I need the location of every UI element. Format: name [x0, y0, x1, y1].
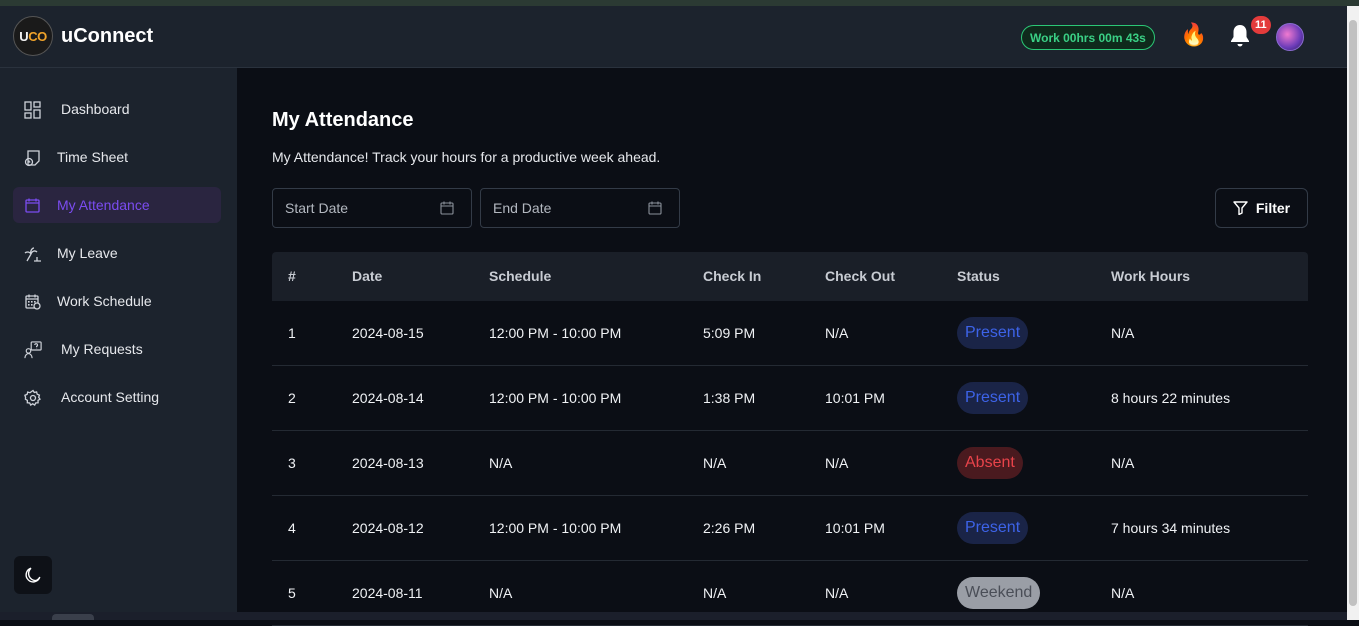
row-number: 5 [288, 585, 296, 601]
sidebar-item-label: Account Setting [61, 389, 160, 405]
row-schedule: N/A [489, 455, 513, 471]
row-date: 2024-08-12 [352, 520, 424, 536]
status-badge: Present [957, 382, 1029, 414]
table-row[interactable]: 4 2024-08-12 12:00 PM - 10:00 PM 2:26 PM… [272, 496, 1308, 561]
row-work-hours: 8 hours 22 minutes [1111, 390, 1231, 406]
row-check-out: N/A [825, 325, 849, 341]
row-work-hours: 7 hours 34 minutes [1111, 520, 1231, 536]
row-number: 4 [288, 520, 296, 536]
calendar-icon [25, 198, 40, 213]
row-schedule: N/A [489, 585, 513, 601]
sidebar-item-label: My Requests [61, 341, 143, 357]
notification-count-badge: 11 [1251, 16, 1271, 34]
column-header: Status [957, 268, 1000, 284]
row-check-in: 1:38 PM [703, 390, 756, 406]
bell-icon[interactable] [1228, 23, 1252, 49]
sidebar-item-my-requests[interactable]: My Requests [13, 331, 221, 367]
dashboard-icon [24, 101, 41, 119]
column-header: Check In [703, 268, 762, 284]
sidebar-item-my-leave[interactable]: My Leave [13, 235, 221, 271]
timesheet-icon [24, 150, 40, 167]
user-avatar[interactable] [1276, 23, 1304, 51]
row-work-hours: N/A [1111, 325, 1135, 341]
status-badge: Weekend [957, 577, 1041, 609]
page-title: My Attendance [272, 109, 414, 131]
sidebar-item-label: Work Schedule [57, 293, 152, 309]
row-number: 2 [288, 390, 296, 406]
row-work-hours: N/A [1111, 455, 1135, 471]
main-content: My Attendance My Attendance! Track your … [237, 68, 1347, 626]
row-schedule: 12:00 PM - 10:00 PM [489, 325, 622, 341]
row-schedule: 12:00 PM - 10:00 PM [489, 390, 622, 406]
row-check-in: 5:09 PM [703, 325, 756, 341]
theme-toggle-button[interactable] [14, 556, 52, 594]
row-number: 3 [288, 455, 296, 471]
filter-button[interactable]: Filter [1215, 188, 1308, 228]
table-header: # Date Schedule Check In Check Out Statu… [272, 252, 1308, 301]
sidebar-item-label: Dashboard [61, 101, 130, 117]
column-header: Date [352, 268, 383, 284]
sidebar-item-account-setting[interactable]: Account Setting [13, 379, 221, 415]
sidebar-item-label: Time Sheet [57, 149, 129, 165]
row-check-out: 10:01 PM [825, 390, 885, 406]
sidebar-item-dashboard[interactable]: Dashboard [13, 91, 221, 127]
status-badge: Absent [957, 447, 1023, 479]
logo-text-b: CO [28, 28, 47, 44]
row-number: 1 [288, 325, 296, 341]
attendance-table: # Date Schedule Check In Check Out Statu… [272, 252, 1308, 626]
row-date: 2024-08-11 [352, 585, 423, 601]
column-header: Work Hours [1111, 268, 1191, 284]
status-badge: Present [957, 512, 1029, 544]
row-schedule: 12:00 PM - 10:00 PM [489, 520, 622, 536]
filter-label: Filter [1255, 200, 1291, 216]
filter-icon [1233, 201, 1248, 215]
sidebar-item-time-sheet[interactable]: Time Sheet [13, 139, 221, 175]
bottom-tab [52, 614, 94, 620]
table-row[interactable]: 3 2024-08-13 N/A N/A N/A Absent N/A [272, 431, 1308, 496]
work-timer-badge: Work 00hrs 00m 43s [1021, 25, 1155, 50]
app-header: U CO uConnect Work 00hrs 00m 43s 🔥 11 [0, 6, 1347, 68]
sidebar-item-work-schedule[interactable]: Work Schedule [13, 283, 221, 319]
page-scrollbar[interactable] [1347, 6, 1359, 620]
row-check-out: N/A [825, 455, 849, 471]
row-check-in: N/A [703, 455, 727, 471]
table-row[interactable]: 1 2024-08-15 12:00 PM - 10:00 PM 5:09 PM… [272, 301, 1308, 366]
column-header: Check Out [825, 268, 896, 284]
row-check-in: N/A [703, 585, 727, 601]
sidebar-item-my-attendance[interactable]: My Attendance [13, 187, 221, 223]
row-work-hours: N/A [1111, 585, 1135, 601]
leave-icon [24, 247, 41, 262]
row-date: 2024-08-14 [352, 390, 424, 406]
status-badge: Present [957, 317, 1029, 349]
row-check-out: N/A [825, 585, 849, 601]
gear-icon [24, 389, 41, 407]
row-check-in: 2:26 PM [703, 520, 756, 536]
sidebar-item-label: My Leave [57, 245, 118, 261]
row-check-out: 10:01 PM [825, 520, 885, 536]
row-date: 2024-08-15 [352, 325, 424, 341]
calendar-icon[interactable] [648, 201, 662, 215]
moon-icon [25, 567, 41, 583]
streak-fire-icon[interactable]: 🔥 [1180, 22, 1207, 48]
table-row[interactable]: 2 2024-08-14 12:00 PM - 10:00 PM 1:38 PM… [272, 366, 1308, 431]
app-logo[interactable]: U CO [13, 16, 53, 56]
calendar-icon[interactable] [440, 201, 454, 215]
row-date: 2024-08-13 [352, 455, 424, 471]
sidebar: Dashboard Time Sheet My Attendance My Le… [0, 68, 237, 612]
logo-text-a: U [19, 28, 29, 44]
bottom-bar [0, 612, 1347, 620]
column-header: # [288, 268, 296, 284]
scrollbar-thumb[interactable] [1349, 20, 1357, 606]
page-subtitle: My Attendance! Track your hours for a pr… [272, 149, 661, 165]
sidebar-item-label: My Attendance [57, 197, 150, 213]
schedule-icon [25, 294, 41, 310]
app-title: uConnect [61, 25, 154, 47]
requests-icon [24, 341, 42, 359]
column-header: Schedule [489, 268, 552, 284]
